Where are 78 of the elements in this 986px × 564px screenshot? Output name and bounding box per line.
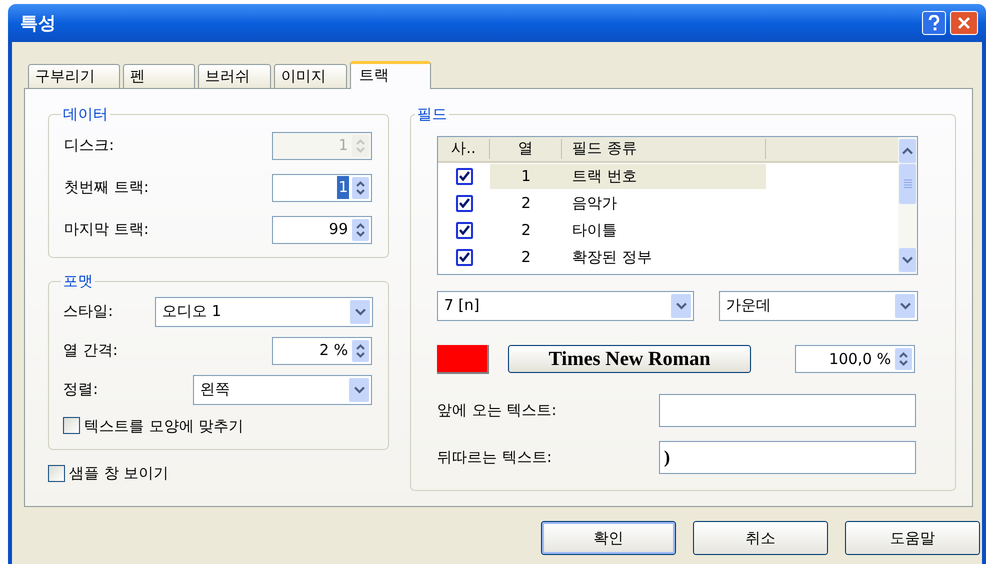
dropdown[interactable]: 7 [n] [437,290,694,320]
column-header[interactable]: 열 [490,138,562,158]
tab[interactable]: 펜 [123,64,195,88]
color-swatch[interactable] [437,344,489,374]
dropdown-button[interactable] [350,300,370,324]
text-field[interactable]: ) [659,440,916,474]
checkbox-label: 샘플 창 보이기 [69,463,169,484]
spin-button[interactable] [352,340,369,362]
font-button[interactable]: Times New Roman [508,345,751,373]
check-icon [458,252,470,262]
up-down-arrows-icon [356,180,365,194]
tab[interactable]: 이미지 [274,64,347,88]
field-label: 뒤따르는 텍스트: [437,446,552,468]
checkbox[interactable] [456,248,472,266]
checkbox[interactable] [456,168,472,184]
up-down-arrows-icon [356,344,365,358]
checkbox[interactable] [456,222,472,238]
chevron-down-icon [676,302,686,310]
help-button[interactable] [922,11,946,35]
dialog-button[interactable]: 취소 [693,521,828,555]
chevron-down-icon [354,308,366,316]
check-icon [458,171,470,181]
tab[interactable]: 트랙 [350,61,431,89]
check-icon [458,198,470,208]
tab[interactable]: 구부리기 [28,64,120,88]
grip-lines-icon [904,179,912,188]
dropdown-button[interactable] [349,378,369,402]
list-row[interactable]: 2 음악가 [490,190,766,216]
dropdown[interactable]: 왼쪽 [193,374,372,404]
number-field[interactable]: 100,0 % [795,345,915,373]
field-label: 디스크: [64,135,114,156]
column-header[interactable]: 사.. [438,138,490,158]
checkbox-label: 텍스트를 모양에 맞추기 [84,416,244,436]
window-title: 특성 [20,12,57,36]
list-row[interactable]: 2 타이틀 [490,218,766,242]
field-label: 열 간격: [63,340,118,362]
dialog-button[interactable]: 확인 [541,521,676,555]
list-row[interactable]: 2 확장된 정부 [490,244,766,270]
spin-button[interactable] [352,176,369,198]
field-label: 스타일: [63,301,114,322]
field-label: 앞에 오는 텍스트: [437,400,557,421]
scroll-down-button[interactable] [899,248,916,272]
number-field[interactable]: 99 [272,216,372,244]
chevron-down-icon [900,302,910,310]
spin-button[interactable] [895,348,912,370]
scroll-up-button[interactable] [899,138,916,162]
field-label: 첫번째 트랙: [64,177,149,198]
checkbox[interactable] [48,464,65,482]
number-field[interactable]: 1 [272,174,372,202]
dialog-button[interactable]: 도움말 [845,521,980,555]
dropdown-button[interactable] [671,294,691,318]
group-title: 데이터 [62,104,109,125]
up-down-arrows-icon [356,138,365,152]
number-field[interactable]: 2 % [272,336,372,364]
group-title: 포맷 [62,271,94,292]
group-title: 필드 [416,104,448,125]
close-icon [957,16,971,30]
chevron-up-icon [902,146,913,154]
text-field[interactable] [659,394,916,426]
field-label: 마지막 트랙: [64,219,149,240]
spin-button[interactable] [352,218,369,240]
check-icon [458,225,470,235]
tab[interactable]: 브러쉬 [198,64,271,88]
list-row[interactable]: 1 트랙 번호 [490,164,766,188]
help-icon [928,15,940,31]
scroll-thumb[interactable] [899,164,916,204]
checkbox[interactable] [456,194,472,212]
dropdown[interactable]: 가운데 [719,290,918,320]
column-header[interactable]: 필드 종류 [562,138,766,158]
dropdown[interactable]: 오디오 1 [155,296,373,326]
up-down-arrows-icon [356,222,365,236]
chevron-down-icon [354,386,364,394]
chevron-down-icon [902,256,913,264]
dropdown-button[interactable] [895,294,915,318]
close-button[interactable] [950,11,978,35]
field-label: 정렬: [63,379,98,400]
checkbox[interactable] [63,417,80,434]
up-down-arrows-icon [899,352,908,366]
